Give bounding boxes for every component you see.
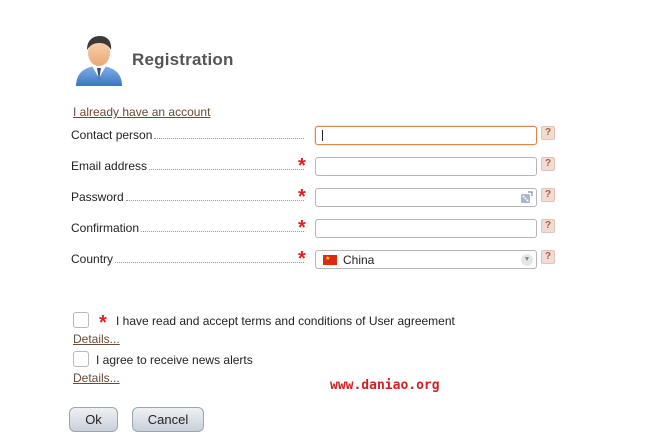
agreement-label: I have read and accept terms and conditi… [116,314,455,328]
watermark-text: www.daniao.org [330,378,440,393]
contact-person-input[interactable] [315,126,537,145]
news-alerts-label: I agree to receive news alerts [96,353,253,367]
email-required-mark: * [298,155,306,177]
cancel-button[interactable]: Cancel [132,407,204,432]
news-alerts-checkbox[interactable] [73,351,89,367]
ok-button[interactable]: Ok [69,407,118,432]
confirmation-help-icon[interactable]: ? [541,219,555,233]
already-have-account-link[interactable]: I already have an account [73,105,210,119]
page-title: Registration [132,50,234,69]
email-address-input[interactable] [315,157,537,176]
email-help-icon[interactable]: ? [541,157,555,171]
agreement-checkbox[interactable] [73,312,89,328]
agreement-details-link[interactable]: Details... [73,332,120,346]
password-generator-icon[interactable] [520,191,533,204]
country-select[interactable]: ★ China ▼ [315,250,537,269]
confirmation-required-mark: * [298,217,306,239]
user-avatar-icon [72,34,126,86]
password-label: Password [71,188,304,204]
chevron-down-icon[interactable]: ▼ [521,254,533,266]
contact-person-help-icon[interactable]: ? [541,126,555,140]
password-help-icon[interactable]: ? [541,188,555,202]
contact-person-label: Contact person [71,126,304,142]
email-address-label: Email address [71,157,304,173]
confirmation-input[interactable] [315,219,537,238]
confirmation-label: Confirmation [71,219,304,235]
news-details-link[interactable]: Details... [73,371,120,385]
agreement-required-mark: * [99,312,107,334]
country-help-icon[interactable]: ? [541,250,555,264]
password-input[interactable] [315,188,537,207]
china-flag-icon: ★ [323,254,337,265]
country-selected-value: China [343,252,375,267]
country-label: Country [71,250,304,266]
country-required-mark: * [298,248,306,270]
password-required-mark: * [298,186,306,208]
